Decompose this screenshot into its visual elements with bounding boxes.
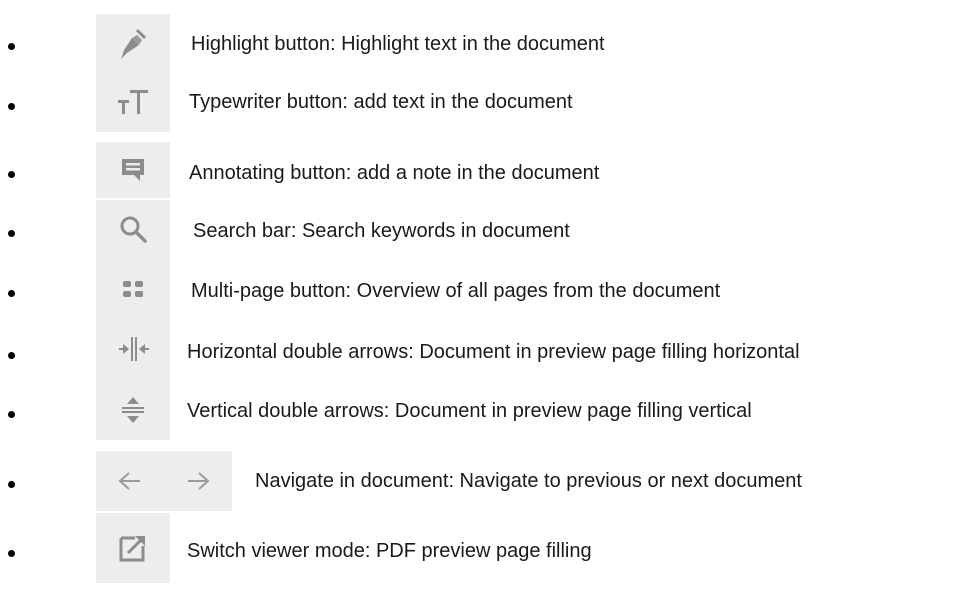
bullet [8, 171, 15, 178]
bullet [8, 103, 15, 110]
item-description: Search bar: Search keywords in document [193, 220, 570, 242]
list-item-search: Search bar: Search keywords in document [0, 200, 953, 260]
list-item-vertical: Vertical double arrows: Document in prev… [0, 378, 953, 440]
bullet [8, 481, 15, 488]
grid-multipage-icon[interactable] [96, 258, 170, 320]
previous-next-arrows-icon[interactable] [96, 451, 232, 511]
arrow-right-icon[interactable] [186, 471, 210, 491]
list-item-navigate: Navigate in document: Navigate to previo… [0, 451, 953, 511]
arrow-left-icon[interactable] [118, 471, 142, 491]
typewriter-text-icon[interactable] [96, 72, 170, 132]
list-item-annotating: Annotating button: add a note in the doc… [0, 142, 953, 202]
item-description: Highlight button: Highlight text in the … [191, 33, 605, 55]
bullet [8, 230, 15, 237]
search-magnifier-icon[interactable] [96, 200, 170, 258]
bullet [8, 550, 15, 557]
list-item-multipage: Multi-page button: Overview of all pages… [0, 258, 953, 320]
item-description: Horizontal double arrows: Document in pr… [187, 341, 800, 363]
item-description: Vertical double arrows: Document in prev… [187, 400, 752, 422]
list-item-highlight: Highlight button: Highlight text in the … [0, 14, 953, 74]
item-description: Switch viewer mode: PDF preview page fil… [187, 540, 592, 562]
item-description: Annotating button: add a note in the doc… [189, 162, 600, 184]
bullet [8, 43, 15, 50]
bullet [8, 290, 15, 297]
external-viewer-icon[interactable] [96, 513, 170, 583]
highlighter-pen-icon[interactable] [96, 14, 170, 72]
list-item-typewriter: Typewriter button: add text in the docum… [0, 72, 953, 132]
bullet [8, 411, 15, 418]
note-comment-icon[interactable] [96, 142, 170, 198]
item-description: Typewriter button: add text in the docum… [189, 91, 573, 113]
bullet [8, 352, 15, 359]
list-item-horizontal: Horizontal double arrows: Document in pr… [0, 320, 953, 380]
horizontal-double-arrows-icon[interactable] [96, 320, 170, 378]
item-description: Navigate in document: Navigate to previo… [255, 470, 802, 492]
list-item-viewer-mode: Switch viewer mode: PDF preview page fil… [0, 513, 953, 583]
vertical-double-arrows-icon[interactable] [96, 378, 170, 440]
item-description: Multi-page button: Overview of all pages… [191, 280, 721, 302]
